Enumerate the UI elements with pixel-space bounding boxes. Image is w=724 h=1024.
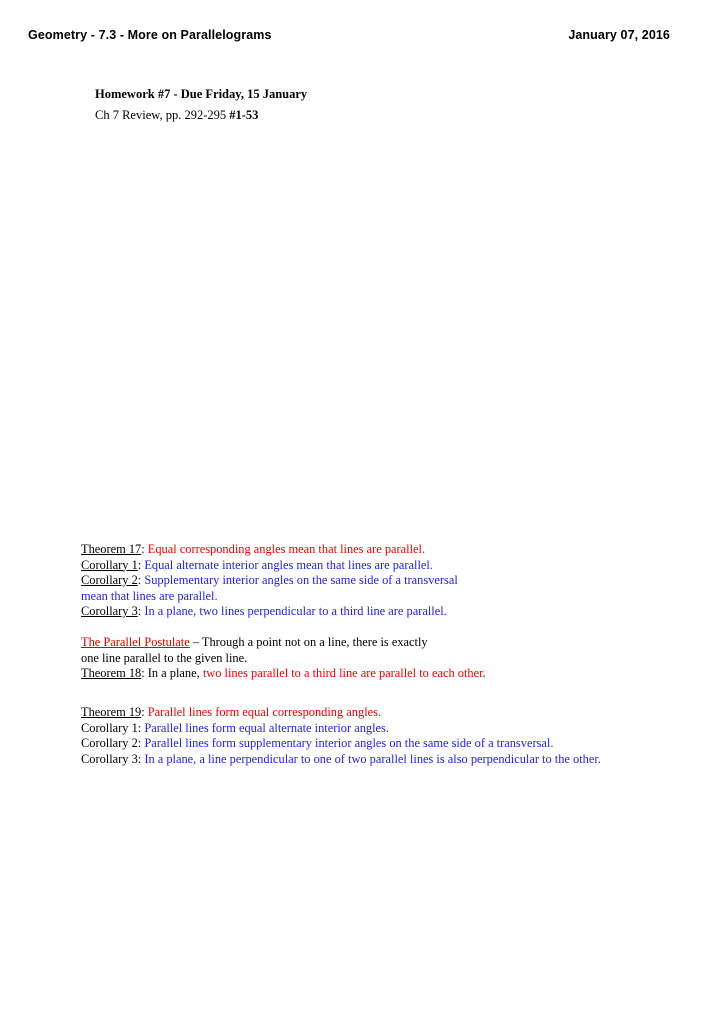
theorem-label: Corollary 1 <box>81 557 138 572</box>
theorem-line: Corollary 1: Parallel lines form equal a… <box>81 721 601 737</box>
theorem-label: Corollary 2 <box>81 736 138 751</box>
theorem-statement: Parallel lines form equal alternate inte… <box>144 720 389 735</box>
theorem-label: Corollary 1 <box>81 720 138 735</box>
theorem-line: Corollary 3: In a plane, a line perpendi… <box>81 752 601 768</box>
theorem-suffix: . <box>482 666 486 681</box>
page-header: Geometry - 7.3 - More on Parallelograms … <box>28 28 670 42</box>
theorem-statement-continued: one line parallel to the given line. <box>81 650 248 665</box>
theorem-line: The Parallel Postulate – Through a point… <box>81 635 486 651</box>
theorem-line: Corollary 2: Supplementary interior angl… <box>81 573 458 589</box>
homework-assignment: Ch 7 Review, pp. 292-295 #1-53 <box>95 106 307 124</box>
theorem-statement: two lines parallel to a third line are p… <box>202 666 483 681</box>
theorem-statement-continued: mean that lines are parallel. <box>81 588 218 603</box>
theorem-separator: – <box>189 635 202 649</box>
theorem-statement: Through a point not on a line, there is … <box>201 635 428 649</box>
theorem-block-2: The Parallel Postulate – Through a point… <box>81 635 486 682</box>
theorem-line-continuation: mean that lines are parallel. <box>81 589 458 605</box>
theorem-line: Corollary 3: In a plane, two lines perpe… <box>81 604 458 620</box>
page-date: January 07, 2016 <box>568 28 670 42</box>
theorem-label: Corollary 3 <box>81 751 138 766</box>
theorem-label: Corollary 2 <box>81 573 138 588</box>
theorem-label: The Parallel Postulate <box>81 635 190 649</box>
homework-assignment-problems: #1-53 <box>229 108 259 122</box>
theorem-label: Corollary 3 <box>81 604 138 619</box>
theorem-line: Corollary 2: Parallel lines form supplem… <box>81 736 601 752</box>
theorem-statement: Supplementary interior angles on the sam… <box>144 573 458 588</box>
theorem-line: Theorem 17: Equal corresponding angles m… <box>81 542 458 558</box>
theorem-statement: Parallel lines form supplementary interi… <box>144 736 554 751</box>
theorem-statement: In a plane, a line perpendicular to one … <box>144 751 601 766</box>
theorem-line: Theorem 19: Parallel lines form equal co… <box>81 705 601 721</box>
theorem-statement: Parallel lines form equal corresponding … <box>147 705 382 719</box>
theorem-statement: Equal corresponding angles mean that lin… <box>147 542 426 556</box>
theorem-line: Corollary 1: Equal alternate interior an… <box>81 558 458 574</box>
theorem-statement: Equal alternate interior angles mean tha… <box>144 557 433 572</box>
homework-assignment-text: Ch 7 Review, pp. 292-295 <box>95 108 230 122</box>
theorem-label: Theorem 18 <box>81 666 142 681</box>
homework-title: Homework #7 - Due Friday, 15 January <box>95 87 308 101</box>
theorem-label: Theorem 19 <box>81 705 142 719</box>
theorem-line-continuation: one line parallel to the given line. <box>81 651 486 667</box>
theorem-block-1: Theorem 17: Equal corresponding angles m… <box>81 542 458 620</box>
lesson-page: Geometry - 7.3 - More on Parallelograms … <box>0 0 724 1024</box>
page-title: Geometry - 7.3 - More on Parallelograms <box>28 28 272 42</box>
homework-block: Homework #7 - Due Friday, 15 January Ch … <box>95 85 307 124</box>
theorem-statement: In a plane, two lines perpendicular to a… <box>144 604 447 619</box>
theorem-line: Theorem 18: In a plane, two lines parall… <box>81 666 486 682</box>
theorem-prefix: In a plane, <box>147 666 203 681</box>
theorem-block-3: Theorem 19: Parallel lines form equal co… <box>81 705 601 767</box>
theorem-label: Theorem 17 <box>81 542 142 556</box>
